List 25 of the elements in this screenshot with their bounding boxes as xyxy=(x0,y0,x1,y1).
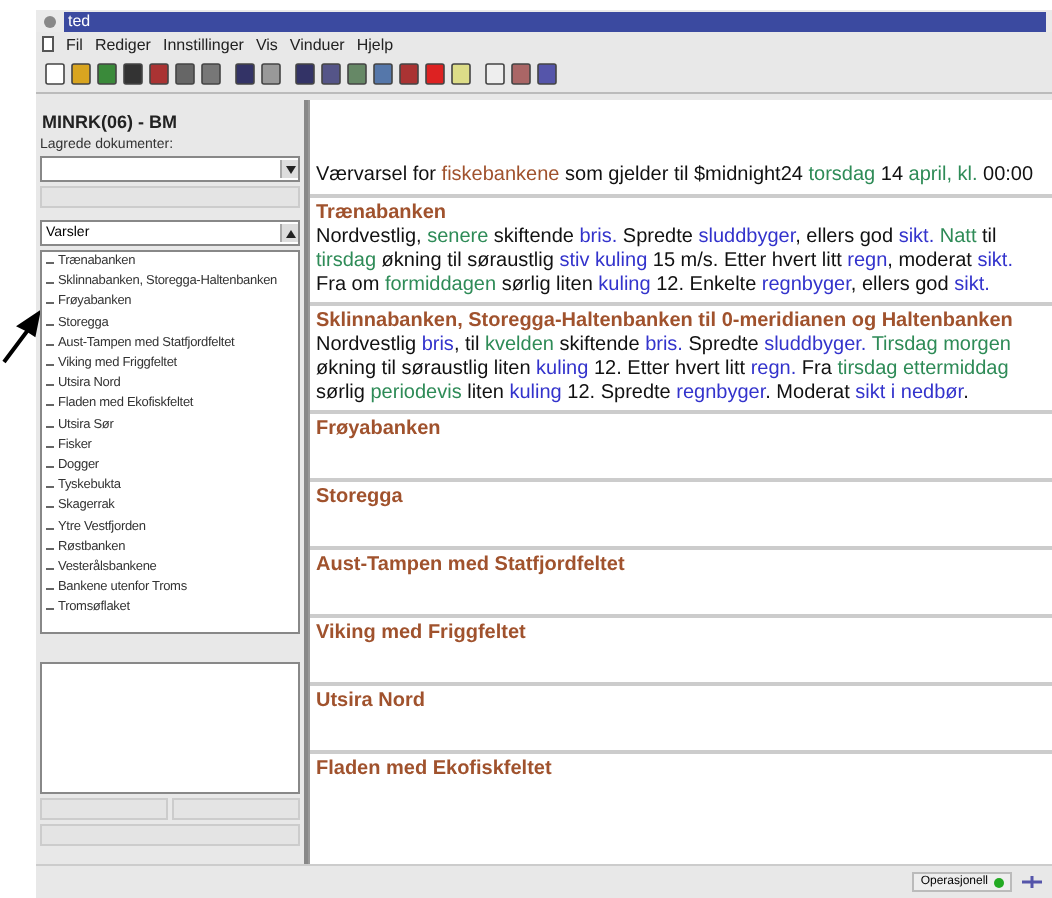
menu-item[interactable]: Fil xyxy=(66,35,83,53)
forecast-intro: Værvarsel for fiskebankene som gjelder til $midnight24 torsdag 14 april, kl. 00:00 xyxy=(314,162,1036,190)
status-dot-icon xyxy=(994,877,1004,887)
caret-down-icon xyxy=(285,165,295,173)
menu-item[interactable]: Vis xyxy=(255,35,278,53)
menu-item[interactable]: Vinduer xyxy=(289,35,345,53)
caret-up-icon xyxy=(285,229,295,237)
annotation-arrow-icon xyxy=(0,310,40,366)
section-heading: Frøyabanken xyxy=(316,418,443,442)
forecast-text: Nordvestlig bris, til kvelden skiftende bris. Spredte sluddbyger. Tirsdag morgen økning til søraustlig liten kuling 12. Etter hvert litt regn. Fra tirsdag ettermiddag sørlig periodevis liten kuling 12. Spredte regnbyger. Moderat sikt i nedbør. xyxy=(316,334,1013,406)
menu-item[interactable]: Innstillinger xyxy=(162,35,244,53)
section-heading: Utsira Nord xyxy=(316,690,427,714)
text-area[interactable] xyxy=(40,662,300,794)
menu-item[interactable]: Rediger xyxy=(94,35,151,53)
section-heading: Fladen med Ekofiskfeltet xyxy=(316,758,554,782)
window-title: ted xyxy=(64,11,1046,31)
menu-item[interactable]: Hjelp xyxy=(356,35,394,53)
section-heading: Storegga xyxy=(316,486,405,510)
forecast-text: Nordvestlig, senere skiftende bris. Spredte sluddbyger, ellers god sikt. Natt til tirsdag økning til søraustlig stiv kuling 15 m/s. Etter hvert litt regn, moderat sikt. Fra om formiddagen sørlig liten kuling 12. Enkelte regnbyger, ellers god sikt. xyxy=(316,226,1015,298)
section-heading: Aust-Tampen med Statfjordfeltet xyxy=(316,554,627,578)
section-heading: Sklinnabanken, Storegga-Haltenbanken til 0-meridianen og Haltenbanken xyxy=(316,310,1015,334)
saved-documents-dropdown[interactable] xyxy=(40,156,300,182)
section-heading: Trænabanken xyxy=(316,202,449,226)
sidebar-title: MINRK(06) - BM xyxy=(40,110,179,134)
section-heading: Viking med Friggfeltet xyxy=(316,622,528,646)
